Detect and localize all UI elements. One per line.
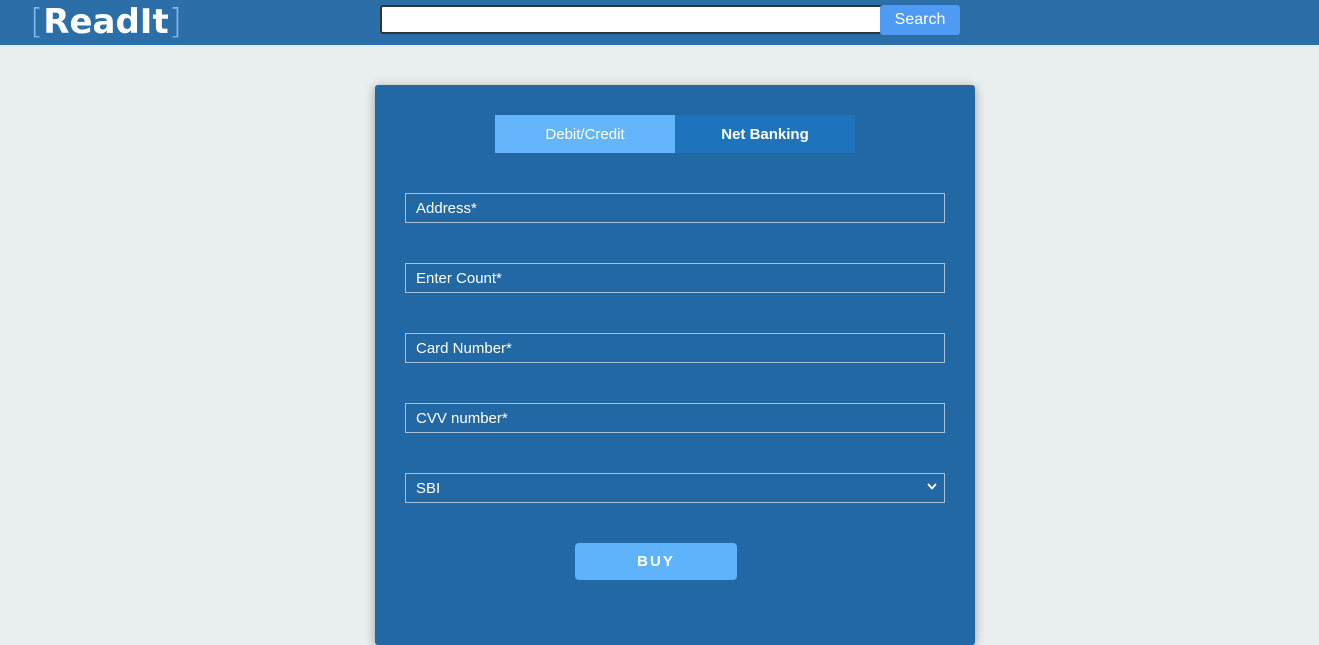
top-navbar: [ ReadIt ] Search [0, 0, 1319, 45]
buy-button[interactable]: BUY [575, 543, 737, 580]
payment-card: Debit/Credit Net Banking SBI BUY [375, 85, 975, 645]
cvv-field[interactable] [405, 403, 945, 433]
bank-select[interactable]: SBI [405, 473, 945, 503]
tab-debit-credit[interactable]: Debit/Credit [495, 115, 675, 153]
search-button[interactable]: Search [880, 5, 960, 35]
logo-left-bracket: [ [30, 2, 44, 42]
count-field[interactable] [405, 263, 945, 293]
search-input[interactable] [380, 5, 886, 34]
readit-logo[interactable]: [ ReadIt ] [30, 0, 182, 45]
tab-net-banking[interactable]: Net Banking [675, 115, 855, 153]
logo-text: ReadIt [43, 2, 169, 42]
card-number-field[interactable] [405, 333, 945, 363]
address-field[interactable] [405, 193, 945, 223]
logo-right-bracket: ] [168, 2, 182, 42]
